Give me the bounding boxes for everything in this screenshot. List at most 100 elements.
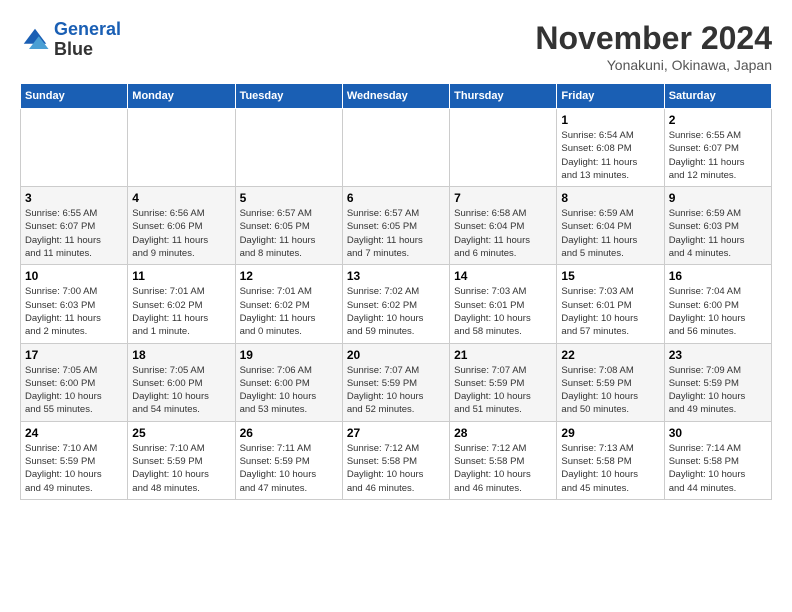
calendar-cell: 12 Sunrise: 7:01 AM Sunset: 6:02 PM Dayli… [235,265,342,343]
day-info: Sunrise: 7:02 AM Sunset: 6:02 PM Dayligh… [347,285,445,338]
day-number: 30 [669,426,767,440]
day-info: Sunrise: 7:10 AM Sunset: 5:59 PM Dayligh… [132,442,230,495]
calendar-cell: 16 Sunrise: 7:04 AM Sunset: 6:00 PM Dayli… [664,265,771,343]
day-number: 8 [561,191,659,205]
logo-line2: Blue [54,40,121,60]
calendar-cell: 21 Sunrise: 7:07 AM Sunset: 5:59 PM Dayli… [450,343,557,421]
day-info: Sunrise: 6:57 AM Sunset: 6:05 PM Dayligh… [347,207,445,260]
day-number: 18 [132,348,230,362]
calendar-cell: 19Sunrise: 7:06 AM Sunset: 6:00 PM Dayli… [235,343,342,421]
day-number: 29 [561,426,659,440]
day-info: Sunrise: 6:56 AM Sunset: 6:06 PM Dayligh… [132,207,230,260]
day-info: Sunrise: 7:11 AM Sunset: 5:59 PM Dayligh… [240,442,338,495]
calendar-cell: 8 Sunrise: 6:59 AM Sunset: 6:04 PM Daylig… [557,187,664,265]
weekday-header-row: SundayMondayTuesdayWednesdayThursdayFrid… [21,84,772,109]
calendar-cell: 7Sunrise: 6:58 AM Sunset: 6:04 PM Daylig… [450,187,557,265]
page-header: General Blue November 2024 Yonakuni, Oki… [20,20,772,73]
day-info: Sunrise: 7:10 AM Sunset: 5:59 PM Dayligh… [25,442,123,495]
calendar-cell: 29 Sunrise: 7:13 AM Sunset: 5:58 PM Dayli… [557,421,664,499]
weekday-header: Tuesday [235,84,342,109]
day-info: Sunrise: 7:05 AM Sunset: 6:00 PM Dayligh… [132,364,230,417]
weekday-header: Friday [557,84,664,109]
day-info: Sunrise: 7:03 AM Sunset: 6:01 PM Dayligh… [561,285,659,338]
day-number: 26 [240,426,338,440]
calendar-cell: 1 Sunrise: 6:54 AM Sunset: 6:08 PM Daylig… [557,109,664,187]
calendar-cell [342,109,449,187]
day-number: 24 [25,426,123,440]
calendar-cell: 28 Sunrise: 7:12 AM Sunset: 5:58 PM Dayli… [450,421,557,499]
calendar-cell [235,109,342,187]
title-block: November 2024 Yonakuni, Okinawa, Japan [535,20,772,73]
calendar-week-row: 10Sunrise: 7:00 AM Sunset: 6:03 PM Dayli… [21,265,772,343]
logo: General Blue [20,20,121,60]
calendar-cell: 14Sunrise: 7:03 AM Sunset: 6:01 PM Dayli… [450,265,557,343]
calendar-week-row: 1 Sunrise: 6:54 AM Sunset: 6:08 PM Daylig… [21,109,772,187]
day-info: Sunrise: 7:04 AM Sunset: 6:00 PM Dayligh… [669,285,767,338]
day-info: Sunrise: 7:07 AM Sunset: 5:59 PM Dayligh… [347,364,445,417]
day-info: Sunrise: 6:59 AM Sunset: 6:03 PM Dayligh… [669,207,767,260]
calendar-table: SundayMondayTuesdayWednesdayThursdayFrid… [20,83,772,500]
day-number: 27 [347,426,445,440]
day-number: 19 [240,348,338,362]
weekday-header: Sunday [21,84,128,109]
day-number: 11 [132,269,230,283]
day-info: Sunrise: 7:01 AM Sunset: 6:02 PM Dayligh… [240,285,338,338]
day-info: Sunrise: 7:14 AM Sunset: 5:58 PM Dayligh… [669,442,767,495]
day-number: 16 [669,269,767,283]
day-number: 28 [454,426,552,440]
day-info: Sunrise: 6:59 AM Sunset: 6:04 PM Dayligh… [561,207,659,260]
day-info: Sunrise: 6:57 AM Sunset: 6:05 PM Dayligh… [240,207,338,260]
day-number: 12 [240,269,338,283]
location: Yonakuni, Okinawa, Japan [535,57,772,73]
day-number: 17 [25,348,123,362]
day-info: Sunrise: 7:00 AM Sunset: 6:03 PM Dayligh… [25,285,123,338]
calendar-cell [450,109,557,187]
day-number: 6 [347,191,445,205]
calendar-cell: 27 Sunrise: 7:12 AM Sunset: 5:58 PM Dayli… [342,421,449,499]
weekday-header: Saturday [664,84,771,109]
day-info: Sunrise: 7:09 AM Sunset: 5:59 PM Dayligh… [669,364,767,417]
logo-text: General Blue [54,20,121,60]
calendar-cell: 30 Sunrise: 7:14 AM Sunset: 5:58 PM Dayli… [664,421,771,499]
calendar-cell: 13 Sunrise: 7:02 AM Sunset: 6:02 PM Dayli… [342,265,449,343]
calendar-cell: 17 Sunrise: 7:05 AM Sunset: 6:00 PM Dayli… [21,343,128,421]
day-number: 13 [347,269,445,283]
day-number: 21 [454,348,552,362]
calendar-cell: 26 Sunrise: 7:11 AM Sunset: 5:59 PM Dayli… [235,421,342,499]
calendar-cell: 11 Sunrise: 7:01 AM Sunset: 6:02 PM Dayli… [128,265,235,343]
day-number: 25 [132,426,230,440]
logo-line1: General [54,19,121,39]
calendar-cell: 15 Sunrise: 7:03 AM Sunset: 6:01 PM Dayli… [557,265,664,343]
day-info: Sunrise: 6:54 AM Sunset: 6:08 PM Dayligh… [561,129,659,182]
calendar-week-row: 3Sunrise: 6:55 AM Sunset: 6:07 PM Daylig… [21,187,772,265]
calendar-cell: 3Sunrise: 6:55 AM Sunset: 6:07 PM Daylig… [21,187,128,265]
calendar-week-row: 17 Sunrise: 7:05 AM Sunset: 6:00 PM Dayli… [21,343,772,421]
calendar-cell: 24 Sunrise: 7:10 AM Sunset: 5:59 PM Dayli… [21,421,128,499]
day-number: 15 [561,269,659,283]
day-info: Sunrise: 7:12 AM Sunset: 5:58 PM Dayligh… [454,442,552,495]
calendar-cell: 9Sunrise: 6:59 AM Sunset: 6:03 PM Daylig… [664,187,771,265]
logo-icon [20,25,50,55]
day-number: 4 [132,191,230,205]
day-info: Sunrise: 7:01 AM Sunset: 6:02 PM Dayligh… [132,285,230,338]
calendar-cell [128,109,235,187]
day-info: Sunrise: 7:05 AM Sunset: 6:00 PM Dayligh… [25,364,123,417]
weekday-header: Monday [128,84,235,109]
day-number: 23 [669,348,767,362]
day-number: 1 [561,113,659,127]
weekday-header: Thursday [450,84,557,109]
calendar-week-row: 24 Sunrise: 7:10 AM Sunset: 5:59 PM Dayli… [21,421,772,499]
day-info: Sunrise: 7:13 AM Sunset: 5:58 PM Dayligh… [561,442,659,495]
day-number: 14 [454,269,552,283]
day-info: Sunrise: 7:08 AM Sunset: 5:59 PM Dayligh… [561,364,659,417]
calendar-cell: 23 Sunrise: 7:09 AM Sunset: 5:59 PM Dayli… [664,343,771,421]
day-number: 5 [240,191,338,205]
calendar-cell: 20 Sunrise: 7:07 AM Sunset: 5:59 PM Dayli… [342,343,449,421]
day-number: 20 [347,348,445,362]
calendar-cell: 22Sunrise: 7:08 AM Sunset: 5:59 PM Dayli… [557,343,664,421]
day-info: Sunrise: 7:12 AM Sunset: 5:58 PM Dayligh… [347,442,445,495]
calendar-cell: 6 Sunrise: 6:57 AM Sunset: 6:05 PM Daylig… [342,187,449,265]
calendar-cell: 25 Sunrise: 7:10 AM Sunset: 5:59 PM Dayli… [128,421,235,499]
day-info: Sunrise: 7:07 AM Sunset: 5:59 PM Dayligh… [454,364,552,417]
day-info: Sunrise: 6:58 AM Sunset: 6:04 PM Dayligh… [454,207,552,260]
